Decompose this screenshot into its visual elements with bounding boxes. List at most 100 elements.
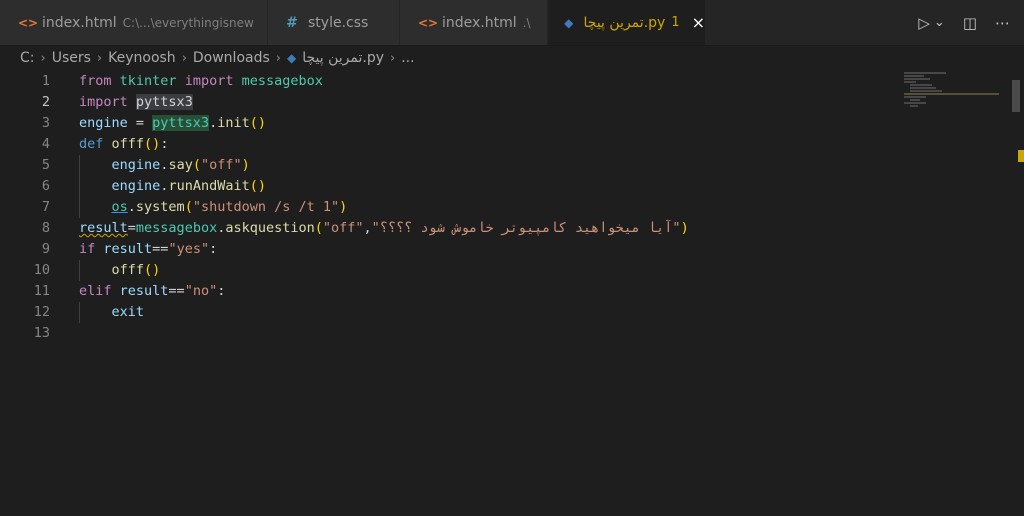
dot: . (127, 199, 136, 215)
comma: , (363, 220, 372, 236)
module-name: tkinter (119, 73, 177, 89)
paren-close: ) (241, 157, 250, 173)
minimap-line (904, 81, 916, 83)
minimap-line (910, 99, 920, 101)
minimap-line (904, 78, 930, 80)
warning-marker (1018, 150, 1024, 162)
tab-index-html-2[interactable]: <> index.html .\ (400, 0, 548, 45)
chevron-right-icon: › (390, 50, 396, 66)
line-number: 10 (33, 262, 50, 278)
line-number: 4 (41, 136, 50, 152)
parens: () (249, 115, 266, 131)
tab-bar: <> index.html C:\...\everythingisnew # s… (0, 0, 1024, 46)
line-number: 3 (41, 115, 50, 131)
minimap-line (904, 72, 946, 74)
tab-index-html-1[interactable]: <> index.html C:\...\everythingisnew (0, 0, 268, 45)
code-line-5: engine.say("off") (79, 155, 250, 176)
chevron-down-icon[interactable]: ⌄ (934, 15, 945, 30)
line-number: 9 (41, 241, 50, 257)
tab-path: C:\...\everythingisnew (122, 15, 254, 30)
minimap[interactable] (898, 70, 1016, 516)
paren-open: ( (192, 157, 201, 173)
breadcrumb-file[interactable]: تمرین پیچا.py (302, 50, 384, 66)
variable: result (95, 241, 153, 257)
function-name: runAndWait (168, 178, 250, 194)
breadcrumb-users[interactable]: Users (52, 50, 91, 66)
function-name: offf (111, 262, 145, 278)
minimap-line (904, 75, 924, 77)
keyword: elif (79, 283, 112, 299)
parens: () (144, 262, 161, 278)
paren-open: ( (314, 220, 323, 236)
function-name: askquestion (225, 220, 315, 236)
dot: . (209, 115, 218, 131)
line-number: 12 (33, 304, 50, 320)
close-icon[interactable]: × (692, 13, 705, 32)
minimap-line (904, 102, 926, 104)
python-icon: ◆ (286, 51, 297, 65)
tab-path: .\ (522, 15, 531, 30)
string-literal: "آیا میخواهید کامپیوتر خاموش شود ؟؟؟؟" (371, 220, 681, 236)
module-name: messagebox (241, 73, 323, 89)
variable: engine (111, 157, 161, 173)
code-line-8: result=messagebox.askquestion("off","آیا… (79, 218, 689, 239)
variable: engine (111, 178, 161, 194)
variable: result (111, 283, 169, 299)
string-literal: "yes" (168, 241, 210, 257)
code-line-4: def offf(): (79, 134, 168, 155)
keyword: if (79, 241, 96, 257)
vertical-scrollbar[interactable] (1012, 80, 1020, 112)
parens: () (144, 136, 161, 152)
more-actions-icon[interactable]: ⋯ (995, 14, 1010, 32)
line-number: 2 (41, 94, 50, 110)
code-line-9: if result=="yes": (79, 239, 217, 260)
tab-title: style.css (308, 14, 369, 31)
string-literal: "off" (200, 157, 242, 173)
minimap-line (910, 84, 932, 86)
code-line-2: import pyttsx3 (79, 92, 193, 113)
minimap-line (910, 90, 942, 92)
module-name: os (111, 199, 128, 215)
line-number: 5 (41, 157, 50, 173)
code-line-12: exit (79, 302, 145, 323)
tab-style-css[interactable]: # style.css (268, 0, 400, 45)
css-icon: # (286, 14, 298, 31)
code-editor[interactable]: 1 2 3 4 5 6 7 8 9 10 11 12 13 from tkint… (0, 70, 1024, 516)
paren-close: ) (339, 199, 348, 215)
tab-python-file[interactable]: ◆ تمرین پیچا.py 1 × (548, 0, 706, 45)
problems-count-badge: 1 (671, 15, 680, 30)
function-name: system (135, 199, 185, 215)
breadcrumb-symbols[interactable]: ... (401, 50, 414, 66)
function-name: init (217, 115, 250, 131)
breadcrumb-user[interactable]: Keynoosh (108, 50, 176, 66)
function-name: offf (111, 136, 145, 152)
line-number: 8 (41, 220, 50, 236)
breadcrumb-downloads[interactable]: Downloads (193, 50, 270, 66)
breadcrumb-drive[interactable]: C: (20, 50, 35, 66)
html-icon: <> (18, 15, 39, 30)
minimap-line (904, 93, 999, 95)
colon: : (217, 283, 226, 299)
parens: () (249, 178, 266, 194)
code-line-1: from tkinter import messagebox (79, 71, 323, 92)
breadcrumb: C: › Users › Keynoosh › Downloads › ◆ تم… (0, 46, 1024, 70)
chevron-right-icon: › (181, 50, 187, 66)
code-line-6: engine.runAndWait() (79, 176, 266, 197)
minimap-line (904, 96, 926, 98)
run-icon[interactable]: ▷ (918, 14, 930, 32)
chevron-right-icon: › (40, 50, 46, 66)
line-number: 6 (41, 178, 50, 194)
line-number: 7 (41, 199, 50, 215)
paren-open: ( (184, 199, 193, 215)
code-line-11: elif result=="no": (79, 281, 225, 302)
split-editor-icon[interactable]: ◫ (963, 14, 977, 32)
tab-title: تمرین پیچا.py (583, 14, 666, 31)
string-literal: "shutdown /s /t 1" (192, 199, 340, 215)
string-literal: "no" (184, 283, 218, 299)
module-name: pyttsx3 (152, 115, 210, 131)
